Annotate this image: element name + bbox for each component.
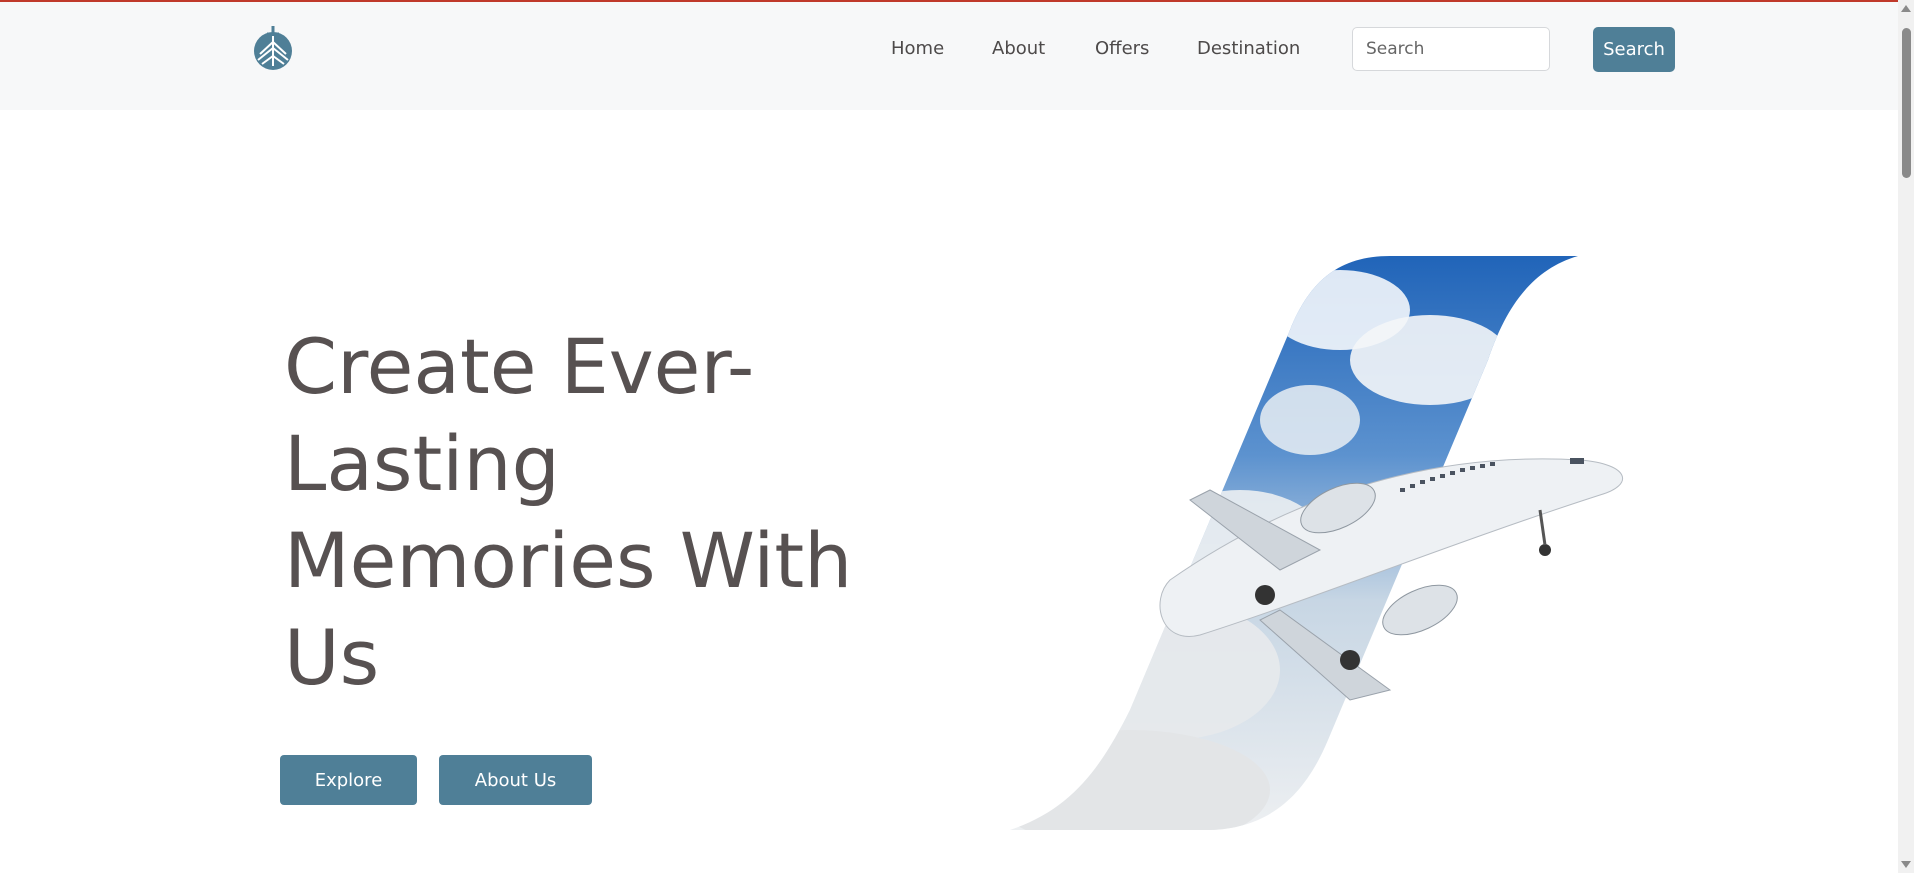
scroll-thumb[interactable]	[1902, 28, 1911, 178]
nav-link-offers[interactable]: Offers	[1095, 38, 1149, 59]
scroll-up-arrow-icon[interactable]	[1901, 5, 1911, 12]
nav-link-about[interactable]: About	[992, 38, 1045, 59]
hero-title-line-4: Us	[284, 613, 380, 702]
nav-link-home[interactable]: Home	[891, 38, 944, 59]
hero-title-line-2: Lasting	[284, 419, 560, 508]
search-input[interactable]	[1352, 27, 1550, 71]
search-button[interactable]: Search	[1593, 27, 1675, 72]
vertical-scrollbar[interactable]	[1898, 0, 1914, 873]
ship-logo-icon[interactable]	[252, 26, 294, 72]
explore-button[interactable]: Explore	[280, 755, 417, 805]
hero-title: Create Ever- Lasting Memories With Us	[284, 318, 904, 706]
airplane-in-clouds-image	[1010, 256, 1623, 830]
scroll-down-arrow-icon[interactable]	[1901, 861, 1911, 868]
about-us-button[interactable]: About Us	[439, 755, 592, 805]
nav-link-destination[interactable]: Destination	[1197, 38, 1300, 59]
hero-title-line-1: Create Ever-	[284, 322, 755, 411]
navbar: Home About Offers Destination Search	[0, 2, 1898, 110]
hero-title-line-3: Memories With	[284, 516, 853, 605]
